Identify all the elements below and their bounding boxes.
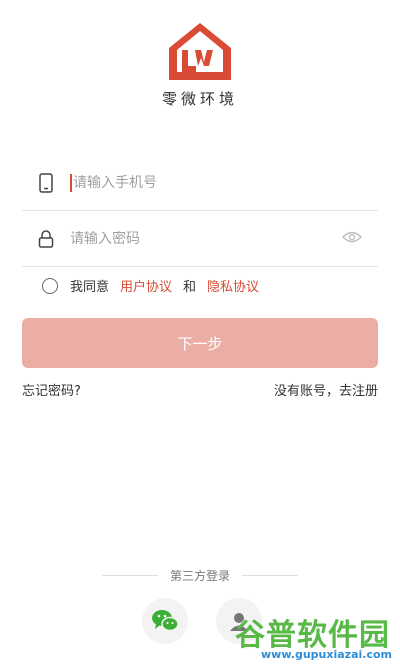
agreement-row: 我同意 用户协议 和 隐私协议 (42, 276, 270, 295)
password-input[interactable] (70, 230, 378, 247)
text-cursor (70, 173, 72, 192)
third-party-label: 第三方登录 (169, 569, 230, 583)
logo-area: 零微环境 (0, 20, 400, 109)
app-name: 零微环境 (161, 90, 238, 108)
user-agreement-link[interactable]: 用户协议 (120, 276, 172, 295)
forgot-password-link[interactable]: 忘记密码? (22, 380, 81, 399)
wechat-login-button[interactable] (142, 598, 188, 644)
privacy-policy-link[interactable]: 隐私协议 (207, 276, 259, 295)
next-button[interactable]: 下一步 (22, 318, 378, 368)
and-text: 和 (183, 280, 197, 295)
watermark: 谷普软件园 www.gupuxiazai.com (220, 606, 400, 666)
agree-prefix: 我同意 (70, 280, 110, 295)
agree-radio[interactable] (42, 277, 58, 294)
register-link[interactable]: 没有账号，去注册 (274, 380, 378, 399)
third-party-label-row: 第三方登录 (0, 567, 400, 584)
password-field (22, 211, 378, 267)
watermark-sub: www.gupuxiazai.com (261, 648, 392, 661)
divider-left (101, 575, 158, 576)
lock-icon (22, 229, 70, 248)
wechat-icon (152, 610, 179, 632)
eye-icon[interactable] (342, 229, 362, 248)
phone-field (22, 155, 378, 211)
phone-input[interactable] (73, 174, 378, 191)
phone-icon (22, 172, 70, 193)
logo-icon (169, 23, 231, 80)
divider-right (242, 575, 298, 576)
